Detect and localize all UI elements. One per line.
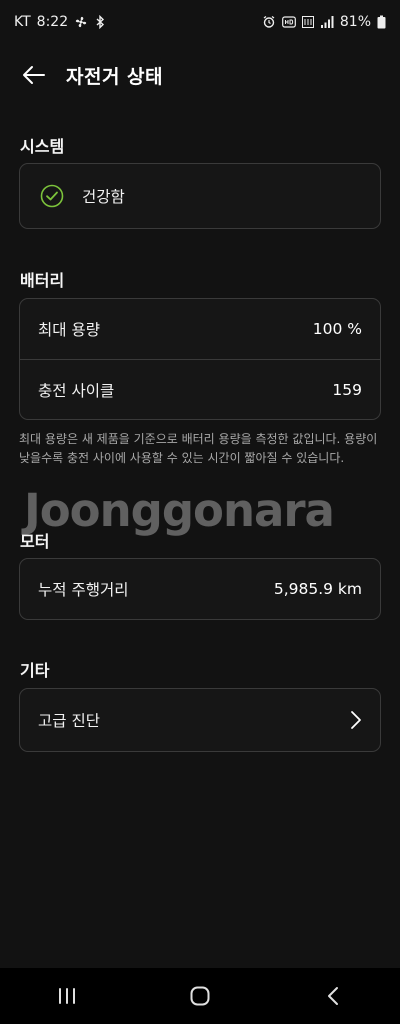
page-title: 자전거 상태 — [66, 65, 164, 88]
watermark: Joonggonara — [24, 484, 335, 537]
status-left: KT 8:22 — [14, 14, 106, 30]
system-status-label: 건강함 — [82, 188, 125, 206]
alarm-icon — [262, 15, 276, 29]
fan-icon — [74, 15, 88, 29]
signal-icon — [320, 15, 334, 29]
back-icon — [328, 987, 339, 1005]
advanced-diagnostics-label: 고급 진단 — [38, 712, 100, 730]
system-section-title: 시스템 — [20, 137, 65, 156]
system-status-row: 건강함 — [20, 164, 380, 228]
check-circle-icon — [40, 184, 64, 208]
status-right: 81% — [262, 14, 386, 30]
hd-voice-icon — [281, 15, 296, 29]
lte-icon — [301, 15, 314, 29]
home-icon — [190, 986, 210, 1006]
carrier-label: KT — [14, 14, 31, 30]
max-capacity-value: 100 % — [312, 320, 362, 338]
recent-apps-icon — [58, 988, 75, 1004]
home-button[interactable] — [170, 976, 230, 1016]
odometer-value: 5,985.9 km — [273, 580, 362, 598]
system-back-button[interactable] — [303, 976, 363, 1016]
arrow-left-icon — [23, 66, 45, 84]
charge-cycle-row: 충전 사이클 159 — [20, 359, 380, 419]
system-card: 건강함 — [19, 163, 381, 229]
app-header: 자전거 상태 — [0, 50, 400, 100]
odometer-label: 누적 주행거리 — [38, 581, 129, 599]
battery-section-title: 배터리 — [20, 271, 65, 290]
recent-apps-button[interactable] — [37, 976, 97, 1016]
bluetooth-icon — [94, 15, 106, 29]
charge-cycle-label: 충전 사이클 — [38, 381, 115, 400]
other-section-title: 기타 — [20, 661, 50, 680]
advanced-diagnostics-row[interactable]: 고급 진단 — [20, 689, 380, 751]
motor-card: 누적 주행거리 5,985.9 km — [19, 558, 381, 620]
chevron-right-icon — [350, 710, 362, 730]
max-capacity-row: 최대 용량 100 % — [20, 299, 380, 359]
max-capacity-label: 최대 용량 — [38, 321, 100, 339]
status-bar: KT 8:22 81% — [0, 0, 400, 44]
clock: 8:22 — [36, 14, 69, 30]
battery-icon — [377, 15, 386, 29]
other-card: 고급 진단 — [19, 688, 381, 752]
battery-note: 최대 용량은 새 제품을 기준으로 배터리 용량을 측정한 값입니다. 용량이 … — [19, 432, 378, 465]
odometer-row: 누적 주행거리 5,985.9 km — [20, 559, 380, 619]
battery-card: 최대 용량 100 % 충전 사이클 159 — [19, 298, 381, 420]
back-button[interactable] — [14, 55, 54, 95]
battery-percent: 81% — [339, 14, 371, 30]
charge-cycle-value: 159 — [332, 380, 362, 399]
system-nav-bar — [0, 968, 400, 1024]
motor-section-title: 모터 — [20, 532, 50, 551]
